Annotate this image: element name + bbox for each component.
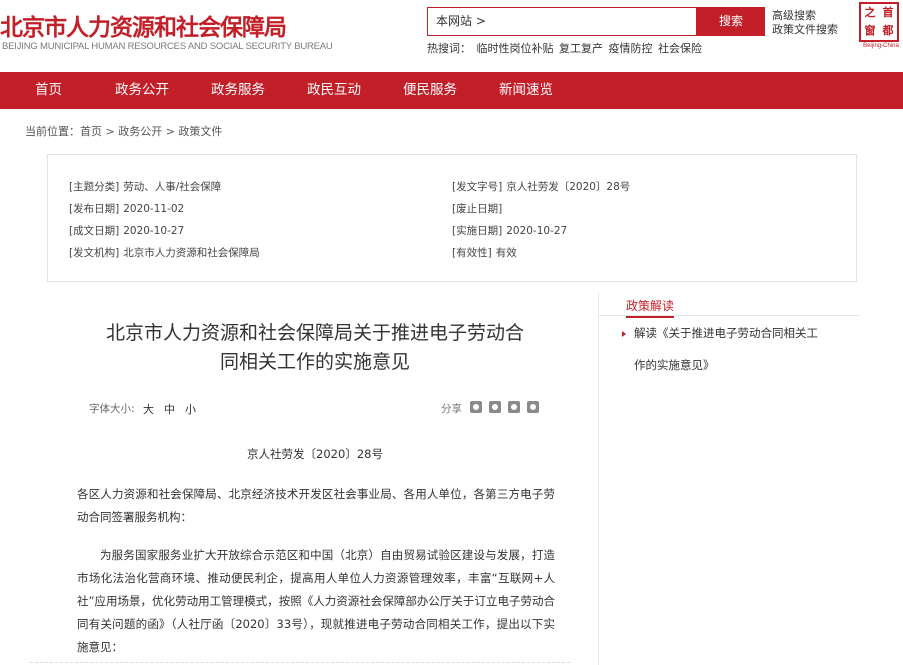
seal-caption: Beijing-China: [863, 43, 899, 49]
nav-news[interactable]: 新闻速览: [499, 72, 553, 109]
meta-key: [废止日期]: [452, 203, 503, 215]
document-number: 京人社劳发〔2020〕28号: [247, 447, 383, 461]
meta-impl-date: [实施日期] 2020-10-27: [452, 223, 567, 238]
nav-home[interactable]: 首页: [35, 72, 62, 109]
meta-key: [发文机构]: [69, 247, 120, 259]
paragraph-body: 为服务国家服务业扩大开放综合示范区和中国（北京）自由贸易试验区建设与发展，打造市…: [77, 548, 555, 654]
capital-window-seal-logo[interactable]: 之 首 窗 都: [859, 2, 899, 42]
nav-gov-affairs-open[interactable]: 政务公开: [115, 72, 169, 109]
hotwords-label: 热搜词：: [427, 42, 471, 55]
interpretation-link[interactable]: 解读《关于推进电子劳动合同相关工: [634, 325, 844, 341]
meta-abolish: [废止日期]: [452, 201, 506, 216]
breadcrumb[interactable]: 当前位置：首页 > 政务公开 > 政策文件: [25, 123, 222, 139]
policy-search-link[interactable]: 政策文件搜索: [772, 21, 838, 37]
seal-char: 都: [882, 24, 894, 37]
document-title-line: 北京市人力资源和社会保障局关于推进电子劳动合: [105, 322, 524, 344]
meta-key: [有效性]: [452, 247, 492, 259]
meta-pubdate: [发布日期] 2020-11-02: [69, 201, 184, 216]
share-label: 分享: [441, 403, 462, 415]
hotword-link[interactable]: 复工复产: [559, 42, 603, 55]
meta-key: [发文字号]: [452, 181, 503, 193]
hotword-link[interactable]: 疫情防控: [609, 42, 653, 55]
main-nav: 首页 政务公开 政务服务 政民互动 便民服务 新闻速览: [0, 72, 903, 109]
meta-value: 有效: [495, 247, 517, 259]
nav-gov-services[interactable]: 政务服务: [211, 72, 265, 109]
interpretation-link-cont[interactable]: 作的实施意见》: [634, 357, 844, 373]
weibo-icon[interactable]: [470, 401, 482, 413]
document-title-line: 同相关工作的实施意见: [219, 351, 410, 373]
document-meta-box: [主题分类] 劳动、人事/社会保障 [发文字号] 京人社劳发〔2020〕28号 [发…: [47, 154, 857, 282]
seal-char: 首: [882, 6, 894, 19]
nav-interaction[interactable]: 政民互动: [307, 72, 361, 109]
meta-value: 劳动、人事/社会保障: [123, 181, 222, 193]
meta-value: 京人社劳发〔2020〕28号: [506, 181, 631, 193]
document-title: 北京市人力资源和社会保障局关于推进电子劳动合 同相关工作的实施意见: [70, 319, 560, 377]
meta-topic: [主题分类] 劳动、人事/社会保障: [69, 179, 221, 194]
sidebar-title: 政策解读: [626, 297, 675, 318]
site-subtitle: BEIJING MUNICIPAL HUMAN RESOURCES AND SO…: [2, 41, 333, 52]
site-header: 北京市人力资源和社会保障局 BEIJING MUNICIPAL HUMAN RE…: [0, 0, 903, 72]
meta-value: 2020-10-27: [123, 225, 185, 237]
meta-key: [实施日期]: [452, 225, 503, 237]
nav-public-services[interactable]: 便民服务: [403, 72, 457, 109]
search-input[interactable]: 本网站 >: [427, 7, 697, 36]
meta-validity: [有效性] 有效: [452, 245, 517, 260]
wechat-icon[interactable]: [489, 401, 501, 413]
search-button[interactable]: 搜索: [697, 7, 765, 36]
print-icon[interactable]: [508, 401, 520, 413]
font-medium-button[interactable]: 中: [164, 401, 175, 417]
qr-icon[interactable]: [527, 401, 539, 413]
font-size-label: 字体大小:: [89, 403, 135, 415]
meta-value: 2020-11-02: [123, 203, 185, 215]
site-title[interactable]: 北京市人力资源和社会保障局: [0, 8, 287, 42]
meta-made-date: [成文日期] 2020-10-27: [69, 223, 184, 238]
seal-char: 窗: [864, 24, 876, 37]
meta-docno: [发文字号] 京人社劳发〔2020〕28号: [452, 179, 630, 194]
hotword-link[interactable]: 临时性岗位补贴: [477, 42, 554, 55]
paragraph-addressee: 各区人力资源和社会保障局、北京经济技术开发区社会事业局、各用人单位，各第三方电子…: [77, 487, 555, 524]
seal-char: 之: [864, 6, 876, 19]
meta-key: [发布日期]: [69, 203, 120, 215]
hotword-link[interactable]: 社会保险: [658, 42, 702, 55]
hotwords: 热搜词： 临时性岗位补贴 复工复产 疫情防控 社会保险: [427, 40, 704, 56]
meta-key: [成文日期]: [69, 225, 120, 237]
divider: [30, 662, 570, 663]
font-small-button[interactable]: 小: [185, 401, 196, 417]
sidebar: [598, 292, 860, 665]
meta-key: [主题分类]: [69, 181, 120, 193]
bullet-icon: [622, 331, 626, 337]
font-large-button[interactable]: 大: [143, 401, 154, 417]
meta-issuer: [发文机构] 北京市人力资源和社会保障局: [69, 245, 260, 260]
meta-value: 2020-10-27: [506, 225, 568, 237]
meta-value: 北京市人力资源和社会保障局: [123, 247, 260, 259]
